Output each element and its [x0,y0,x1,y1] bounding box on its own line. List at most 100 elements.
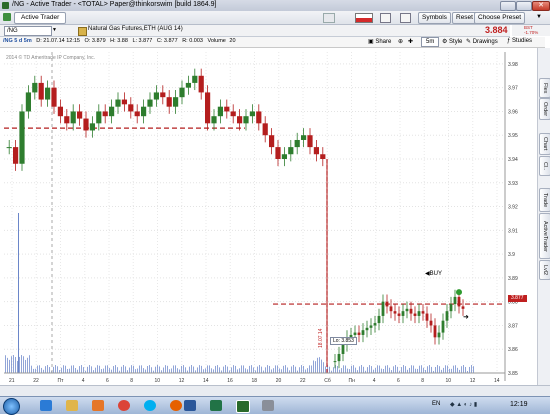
volume-bar [383,369,384,373]
minimize-button[interactable] [500,1,516,11]
volume-bar [13,355,14,373]
layout-icon[interactable] [380,13,391,23]
volume-bar [223,366,224,373]
volume-bar [5,355,6,373]
side-tab-trade[interactable]: Trade [539,188,550,212]
clock[interactable]: 12:19 [510,401,528,408]
volume-bar [231,367,232,373]
app-icon-utility[interactable] [262,400,274,411]
candle-body [83,118,89,131]
volume-bar [149,365,150,373]
volume-bar [45,366,46,373]
flag-icon[interactable] [355,13,373,23]
symbols-button[interactable]: Symbols [418,12,451,24]
volume-bar [73,365,74,373]
side-tab-chart[interactable]: Chart [539,133,550,155]
price-chart[interactable]: 3.98 3.97 3.96 3.95 3.94 3.93 3.92 3.91 3.9 3.89 3… [0,48,545,385]
current-price-tag: 3.877 [508,295,527,302]
candle-body [441,320,445,333]
menu-chevron-icon[interactable]: ▼ [536,14,542,20]
drawings-button[interactable]: ✎ Drawings [466,38,498,45]
tray-icons[interactable]: ◆ ▲ ◐ ♪ ▮ [450,401,500,409]
volume-bar [125,366,126,373]
candle-body [425,313,429,321]
start-button[interactable] [3,398,20,415]
side-tab-active-trader[interactable]: ActiveTrader [539,213,550,259]
candle-body [38,82,44,100]
volume-bar [233,365,234,373]
candle-body [413,313,417,316]
volume-bar [455,365,456,373]
symbol-input[interactable]: /NG [4,26,52,36]
volume-bar [247,369,248,373]
volume-bar [131,365,132,373]
volume-bar [205,368,206,373]
volume-bar [237,369,238,373]
share-button[interactable]: ▣ Share [368,38,391,45]
candle-body [237,116,243,124]
candle-body [57,106,63,117]
y-tick-label: 3.97 [508,86,518,92]
symbol-dropdown-icon[interactable]: ▼ [52,27,57,33]
volume-bar [101,369,102,373]
volume-bar [27,357,28,373]
zoom-icon[interactable]: ⊕ [398,38,403,45]
volume-bar [371,366,372,373]
volume-bar [155,366,156,373]
app-icon-skype[interactable] [144,400,156,411]
volume-bar [251,365,252,373]
volume-bar [69,368,70,373]
app-icon-excel[interactable] [210,400,222,411]
close-button[interactable]: ✕ [532,1,550,11]
volume-bar [393,366,394,373]
volume-bar [401,367,402,373]
candle-body [153,92,159,100]
volume-bar [377,365,378,373]
candle-body [288,147,294,155]
app-icon-thinkorswim[interactable] [236,400,250,413]
candle-body [205,92,211,124]
buy-order-marker[interactable]: ◀BUY [425,270,442,277]
active-trader-tab[interactable]: Active Trader [14,12,67,24]
volume-bar [435,367,436,373]
candle-body [179,87,185,98]
volume-bar [31,365,32,373]
style-button[interactable]: ⚙ Style [442,38,462,45]
side-tab-lvl2[interactable]: Lvl2 [539,260,550,280]
y-tick-label: 3.92 [508,205,518,211]
style-icon: ⚙ [442,39,450,45]
timeframe-button[interactable]: 5m [421,37,440,47]
choose-preset-button[interactable]: Choose Preset [474,12,525,24]
volume-bar [415,368,416,373]
link-icon[interactable] [323,13,335,23]
volume-bar [239,368,240,373]
volume-bar [23,356,24,373]
volume-bar [317,357,318,373]
candle-body [147,99,153,107]
volume-bar [177,368,178,373]
side-tab-cl[interactable]: Cl.. [539,156,550,176]
language-indicator[interactable]: EN [432,401,440,407]
volume-bar [305,369,306,373]
symbol-bar: /NG ▼ Natural Gas Futures,ETH (AUG 14) 3… [0,25,510,37]
volume-bar [197,367,198,373]
app-icon-firefox[interactable] [170,400,182,411]
collapse-icon[interactable] [400,13,411,23]
side-tab-order[interactable]: Order [539,98,550,120]
crosshair-icon[interactable]: ✚ [408,38,413,45]
media-icon[interactable] [92,400,104,411]
chrome-icon[interactable] [118,400,130,411]
side-tab-flex[interactable]: Flex [539,78,550,98]
volume-bar [121,366,122,373]
maximize-button[interactable] [516,1,532,11]
copyright-text: 2014 © TD Ameritrade IP Company, Inc. [6,54,95,61]
folder-icon[interactable] [66,400,78,411]
app-icon-word[interactable] [184,400,196,411]
main-toolbar: Active Trader Symbols Reset Choose Prese… [0,11,550,25]
volume-bar [171,368,172,373]
candle-body [307,135,313,148]
ie-icon[interactable] [40,400,52,411]
price-change-line2: -1.70% [524,30,539,35]
studies-button[interactable]: ƒ Studies [507,38,532,44]
candle-body [45,87,51,100]
